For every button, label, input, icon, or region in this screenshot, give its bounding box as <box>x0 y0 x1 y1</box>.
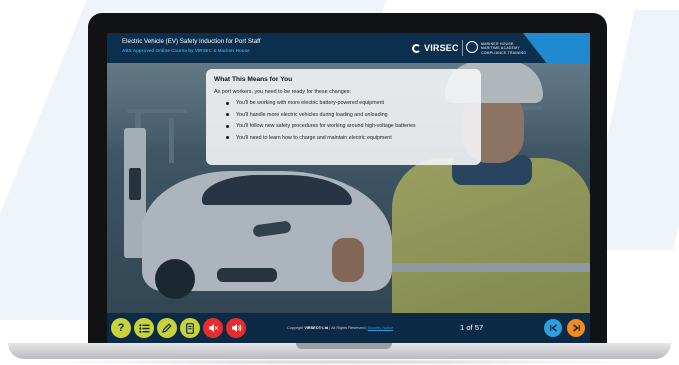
last-page-button[interactable] <box>567 319 585 337</box>
list-item: You'll handle more electric vehicles dur… <box>226 112 416 124</box>
logo-divider <box>462 40 463 56</box>
player-footer: ? Copyright VIRSEC® Ltd | All Rights Res… <box>107 313 590 343</box>
course-subtitle: ABS Approved Online Course by VIRSEC & M… <box>122 48 250 53</box>
laptop-shadow <box>20 359 660 365</box>
copyright-brand: VIRSEC® Ltd <box>304 326 329 330</box>
skip-back-icon <box>549 324 557 332</box>
laptop-screen: Electric Vehicle (EV) Safety Induction f… <box>107 33 590 343</box>
security-notice-link[interactable]: Security Notice <box>368 326 394 330</box>
card-title: What This Means for You <box>214 76 293 83</box>
list-item: You'll be working with more electric bat… <box>226 100 416 112</box>
menu-button[interactable] <box>134 318 154 338</box>
header-accent <box>523 33 590 63</box>
document-icon <box>186 322 194 334</box>
list-item: You'll need to learn how to charge and m… <box>226 135 416 147</box>
bullet-list: You'll be working with more electric bat… <box>226 100 416 146</box>
sound-off-icon <box>209 324 218 332</box>
virsec-mark-icon <box>412 43 421 53</box>
first-page-button[interactable] <box>544 319 562 337</box>
virsec-logo-text: VIRSEC <box>424 43 459 53</box>
copyright-notice: Copyright VIRSEC® Ltd | All Rights Reser… <box>287 326 393 330</box>
laptop-notch <box>296 343 392 349</box>
mute-button[interactable] <box>203 318 223 338</box>
skip-forward-icon <box>572 324 580 332</box>
notes-button[interactable] <box>157 318 177 338</box>
help-icon: ? <box>117 322 125 334</box>
audio-button[interactable] <box>226 318 246 338</box>
menu-list-icon <box>138 323 149 333</box>
copyright-rest: | All Rights Reserved | <box>328 326 368 330</box>
mariner-house-mark-icon <box>466 41 478 53</box>
copyright-prefix: Copyright <box>287 326 305 330</box>
stage: Electric Vehicle (EV) Safety Induction f… <box>0 0 679 365</box>
pencil-icon <box>162 323 172 333</box>
help-button[interactable]: ? <box>111 318 131 338</box>
content-card: What This Means for You As port workers,… <box>206 69 481 165</box>
virsec-logo: VIRSEC <box>412 42 459 54</box>
course-title: Electric Vehicle (EV) Safety Induction f… <box>122 38 261 45</box>
mariner-house-logo: MARINER HOUSE MARITIME ACADEMY COMPLIANC… <box>481 42 527 55</box>
course-header: Electric Vehicle (EV) Safety Induction f… <box>107 33 590 63</box>
resources-button[interactable] <box>180 318 200 338</box>
page-counter: 1 of 57 <box>460 323 484 332</box>
list-item: You'll follow new safety procedures for … <box>226 123 416 135</box>
card-intro: As port workers, you need to be ready fo… <box>214 89 351 95</box>
sound-on-icon <box>231 324 241 332</box>
